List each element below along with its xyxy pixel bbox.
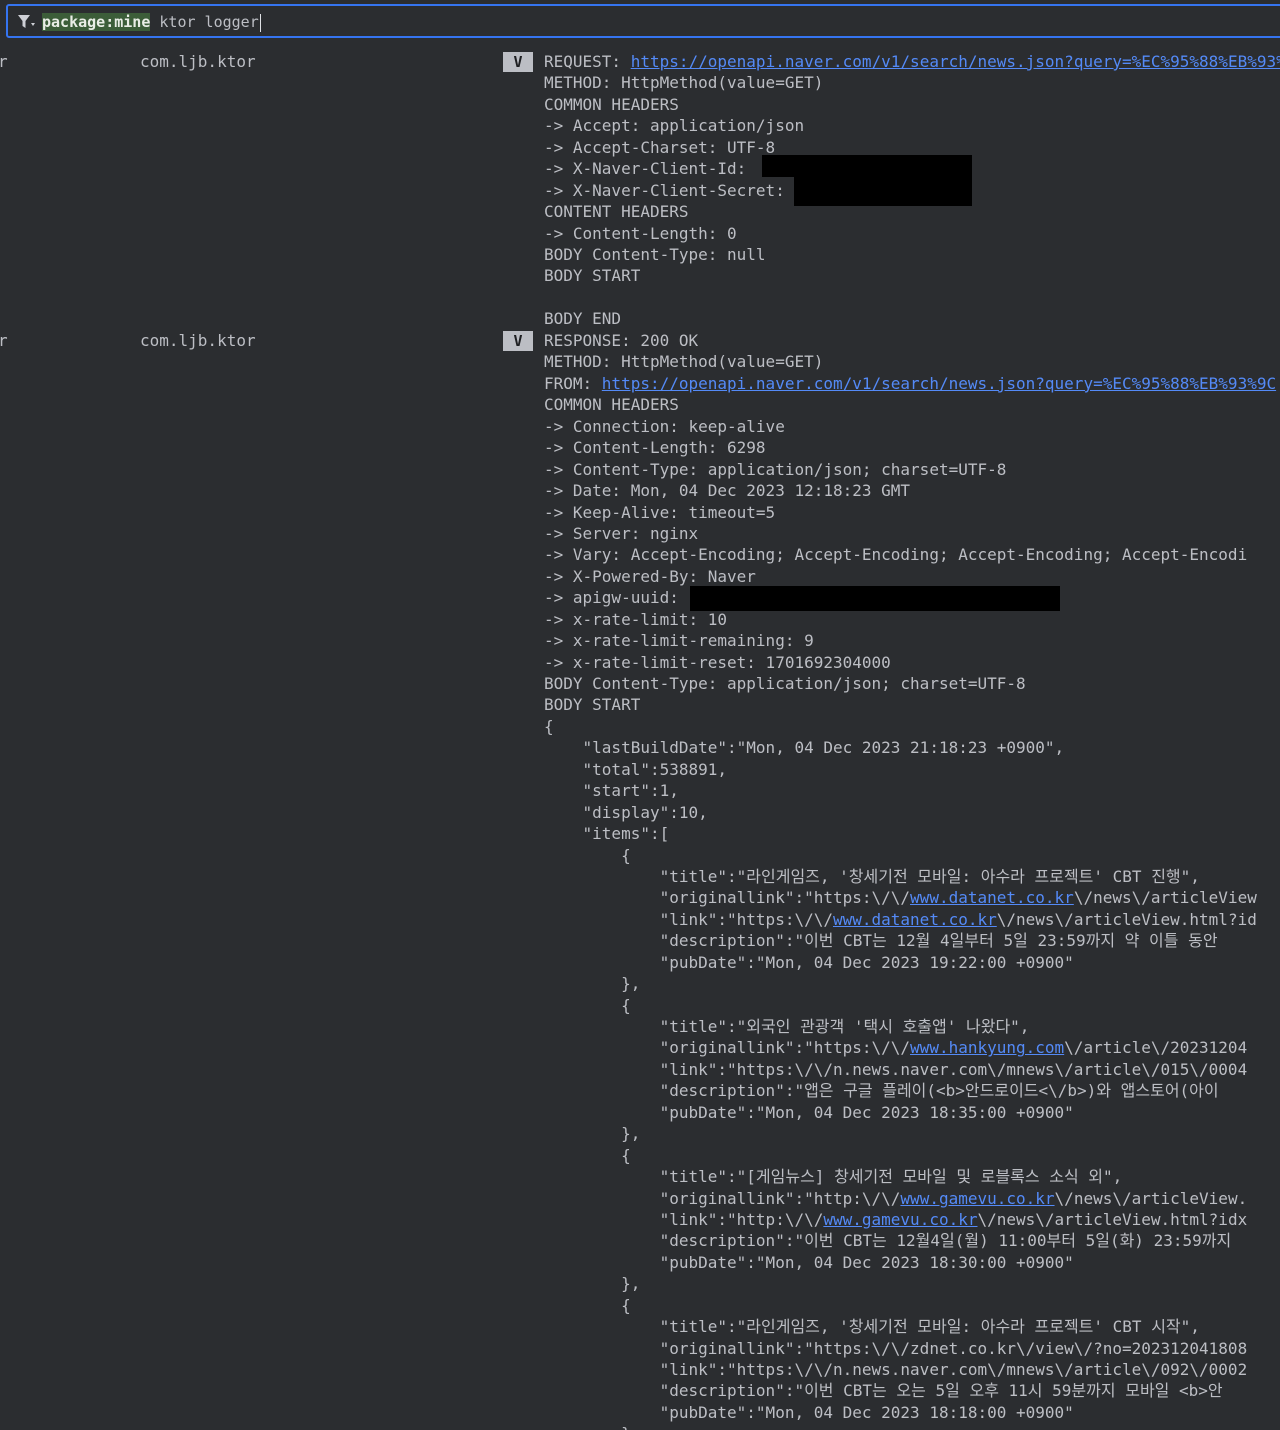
log-line: "description":"앱은 구글 플레이(<b>안드로이드<\/b>)와… <box>544 1081 1219 1101</box>
log-line: -> Content-Type: application/json; chars… <box>544 459 1007 479</box>
filter-query-text: ktor logger <box>150 13 259 31</box>
log-line: BODY Content-Type: application/json; cha… <box>544 674 1026 693</box>
log-line-text: \/news\/articleView.html?id <box>996 909 1257 929</box>
log-line: "title":"라인게임즈, '창세기전 모바일: 아수라 프로젝트' CBT… <box>544 866 1200 886</box>
text-caret <box>259 13 261 32</box>
log-line-text: \/article\/20231204 <box>1064 1038 1248 1058</box>
log-line: METHOD: HttpMethod(value=GET) <box>544 352 824 372</box>
log-line-text: FROM: <box>544 373 602 393</box>
log-tag: r <box>0 331 8 350</box>
log-line: { <box>544 995 631 1015</box>
log-line: "title":"라인게임즈, '창세기전 모바일: 아수라 프로젝트' CBT… <box>544 1317 1200 1337</box>
log-link[interactable]: https://openapi.naver.com/v1/search/news… <box>602 374 1276 393</box>
log-line: BODY END <box>544 309 622 329</box>
log-line: RESPONSE: 200 OK <box>544 331 699 350</box>
log-line: -> Server: nginx <box>544 523 699 543</box>
log-link[interactable]: www.hankyung.com <box>910 1038 1064 1057</box>
log-line: -> Keep-Alive: timeout=5 <box>544 502 776 522</box>
filter-icon[interactable] <box>17 14 35 30</box>
log-line: "link":"http:\/\/www.gamevu.co.kr\/news\… <box>544 1209 1276 1230</box>
log-line: "description":"이번 CBT는 12월4일(월) 11:00부터 … <box>544 1231 1232 1251</box>
log-line: "pubDate":"Mon, 04 Dec 2023 18:30:00 +09… <box>544 1252 1074 1272</box>
log-line: -> x-rate-limit: 10 <box>544 609 728 629</box>
log-line: "start":1, <box>544 781 679 801</box>
log-link[interactable]: www.gamevu.co.kr <box>823 1210 977 1229</box>
log-line: "title":"외국인 관광객 '택시 호출앱' 나왔다", <box>544 1017 1030 1036</box>
redacted-client-secret <box>794 176 972 206</box>
log-line: "total":538891, <box>544 759 728 779</box>
log-line: "pubDate":"Mon, 04 Dec 2023 19:22:00 +09… <box>544 952 1074 972</box>
log-line: "link":"https:\/\/n.news.naver.com\/mnew… <box>544 1059 1248 1079</box>
log-line: "link":"https:\/\/www.datanet.co.kr\/new… <box>544 909 1276 930</box>
log-line: -> Vary: Accept-Encoding; Accept-Encodin… <box>544 545 1248 565</box>
log-line-text: "link":"https:\/\/ <box>544 909 833 929</box>
filter-input[interactable]: package:mine ktor logger <box>42 11 261 33</box>
log-line-text: "originallink":"https:\/\/ <box>544 1038 911 1058</box>
log-line: -> Date: Mon, 04 Dec 2023 12:18:23 GMT <box>544 481 911 501</box>
log-line: "originallink":"http:\/\/www.gamevu.co.k… <box>544 1188 1276 1209</box>
log-message-response: RESPONSE: 200 OK METHOD: HttpMethod(value… <box>544 330 1276 1430</box>
log-tag: r <box>0 52 8 71</box>
log-line: { <box>544 716 554 736</box>
log-line: -> Content-Length: 0 <box>544 223 737 243</box>
log-line: "description":"이번 CBT는 12월 4일부터 5일 23:59… <box>544 931 1218 951</box>
log-line: "description":"이번 CBT는 오는 5일 오후 11시 59분까… <box>544 1381 1223 1401</box>
log-line: }, <box>544 1423 1276 1430</box>
redacted-apigw-uuid <box>690 586 1060 611</box>
log-line-text: "originallink":"https:\/\/ <box>544 888 911 908</box>
log-line: }, <box>544 1124 641 1144</box>
log-line: BODY Content-Type: null <box>544 244 766 264</box>
logcat-filter-bar[interactable]: package:mine ktor logger <box>6 4 1280 38</box>
log-line: "link":"https:\/\/n.news.naver.com\/mnew… <box>544 1360 1248 1379</box>
log-link[interactable]: https://openapi.naver.com/v1/search/news… <box>631 52 1280 71</box>
log-line: METHOD: HttpMethod(value=GET) <box>544 73 824 93</box>
log-line: "pubDate":"Mon, 04 Dec 2023 18:35:00 +09… <box>544 1102 1074 1122</box>
log-line: "items":[ <box>544 824 670 844</box>
log-line: -> x-rate-limit-remaining: 9 <box>544 631 814 651</box>
log-line: -> Connection: keep-alive <box>544 416 785 436</box>
log-package: com.ljb.ktor <box>140 331 256 350</box>
log-line: COMMON HEADERS <box>544 395 679 415</box>
log-line: -> x-rate-limit-reset: 1701692304000 <box>544 652 891 672</box>
log-line: "lastBuildDate":"Mon, 04 Dec 2023 21:18:… <box>544 738 1065 758</box>
log-link[interactable]: www.gamevu.co.kr <box>900 1189 1054 1208</box>
log-line-text: "originallink":"http:\/\/ <box>544 1188 901 1208</box>
log-line-text: \/news\/articleView. <box>1054 1188 1248 1208</box>
log-level-badge: V <box>503 52 533 72</box>
log-line: FROM: https://openapi.naver.com/v1/searc… <box>544 373 1276 394</box>
log-line: { <box>544 1145 631 1165</box>
log-line: }, <box>544 1274 641 1294</box>
log-line: "display":10, <box>544 802 708 822</box>
log-link[interactable]: www.datanet.co.kr <box>910 888 1074 907</box>
log-link[interactable]: www.datanet.co.kr <box>833 910 997 929</box>
log-line: BODY START <box>544 695 641 715</box>
log-line: COMMON HEADERS <box>544 94 679 114</box>
redacted-client-id <box>762 155 972 177</box>
log-line-text: "link":"http:\/\/ <box>544 1209 824 1229</box>
log-line: -> Accept: application/json <box>544 116 805 136</box>
log-line: REQUEST: https://openapi.naver.com/v1/se… <box>544 51 1280 72</box>
log-level-badge: V <box>503 331 533 351</box>
log-line: }, <box>544 974 641 994</box>
log-line: "originallink":"https:\/\/www.hankyung.c… <box>544 1037 1276 1058</box>
log-line: "originallink":"https:\/\/zdnet.co.kr\/v… <box>544 1338 1248 1358</box>
log-line: "originallink":"https:\/\/www.datanet.co… <box>544 887 1276 908</box>
log-line: -> Content-Length: 6298 <box>544 438 766 458</box>
log-line: { <box>544 1295 631 1315</box>
log-line: "title":"[게임뉴스] 창세기전 모바일 및 로블록스 소식 외", <box>544 1167 1123 1187</box>
filter-keyword: package:mine <box>42 13 151 31</box>
logcat-output[interactable]: r com.ljb.ktor V REQUEST: https://openap… <box>0 40 1280 1430</box>
log-line: -> X-Powered-By: Naver <box>544 566 756 586</box>
log-package: com.ljb.ktor <box>140 52 256 71</box>
log-line: BODY START <box>544 266 641 286</box>
log-line: { <box>544 845 631 865</box>
log-line-text: \/news\/articleView <box>1073 888 1257 908</box>
log-line: "pubDate":"Mon, 04 Dec 2023 18:18:00 +09… <box>544 1402 1074 1422</box>
log-line-text: \/news\/articleView.html?idx <box>977 1209 1248 1229</box>
log-line-text: REQUEST: <box>544 52 631 71</box>
